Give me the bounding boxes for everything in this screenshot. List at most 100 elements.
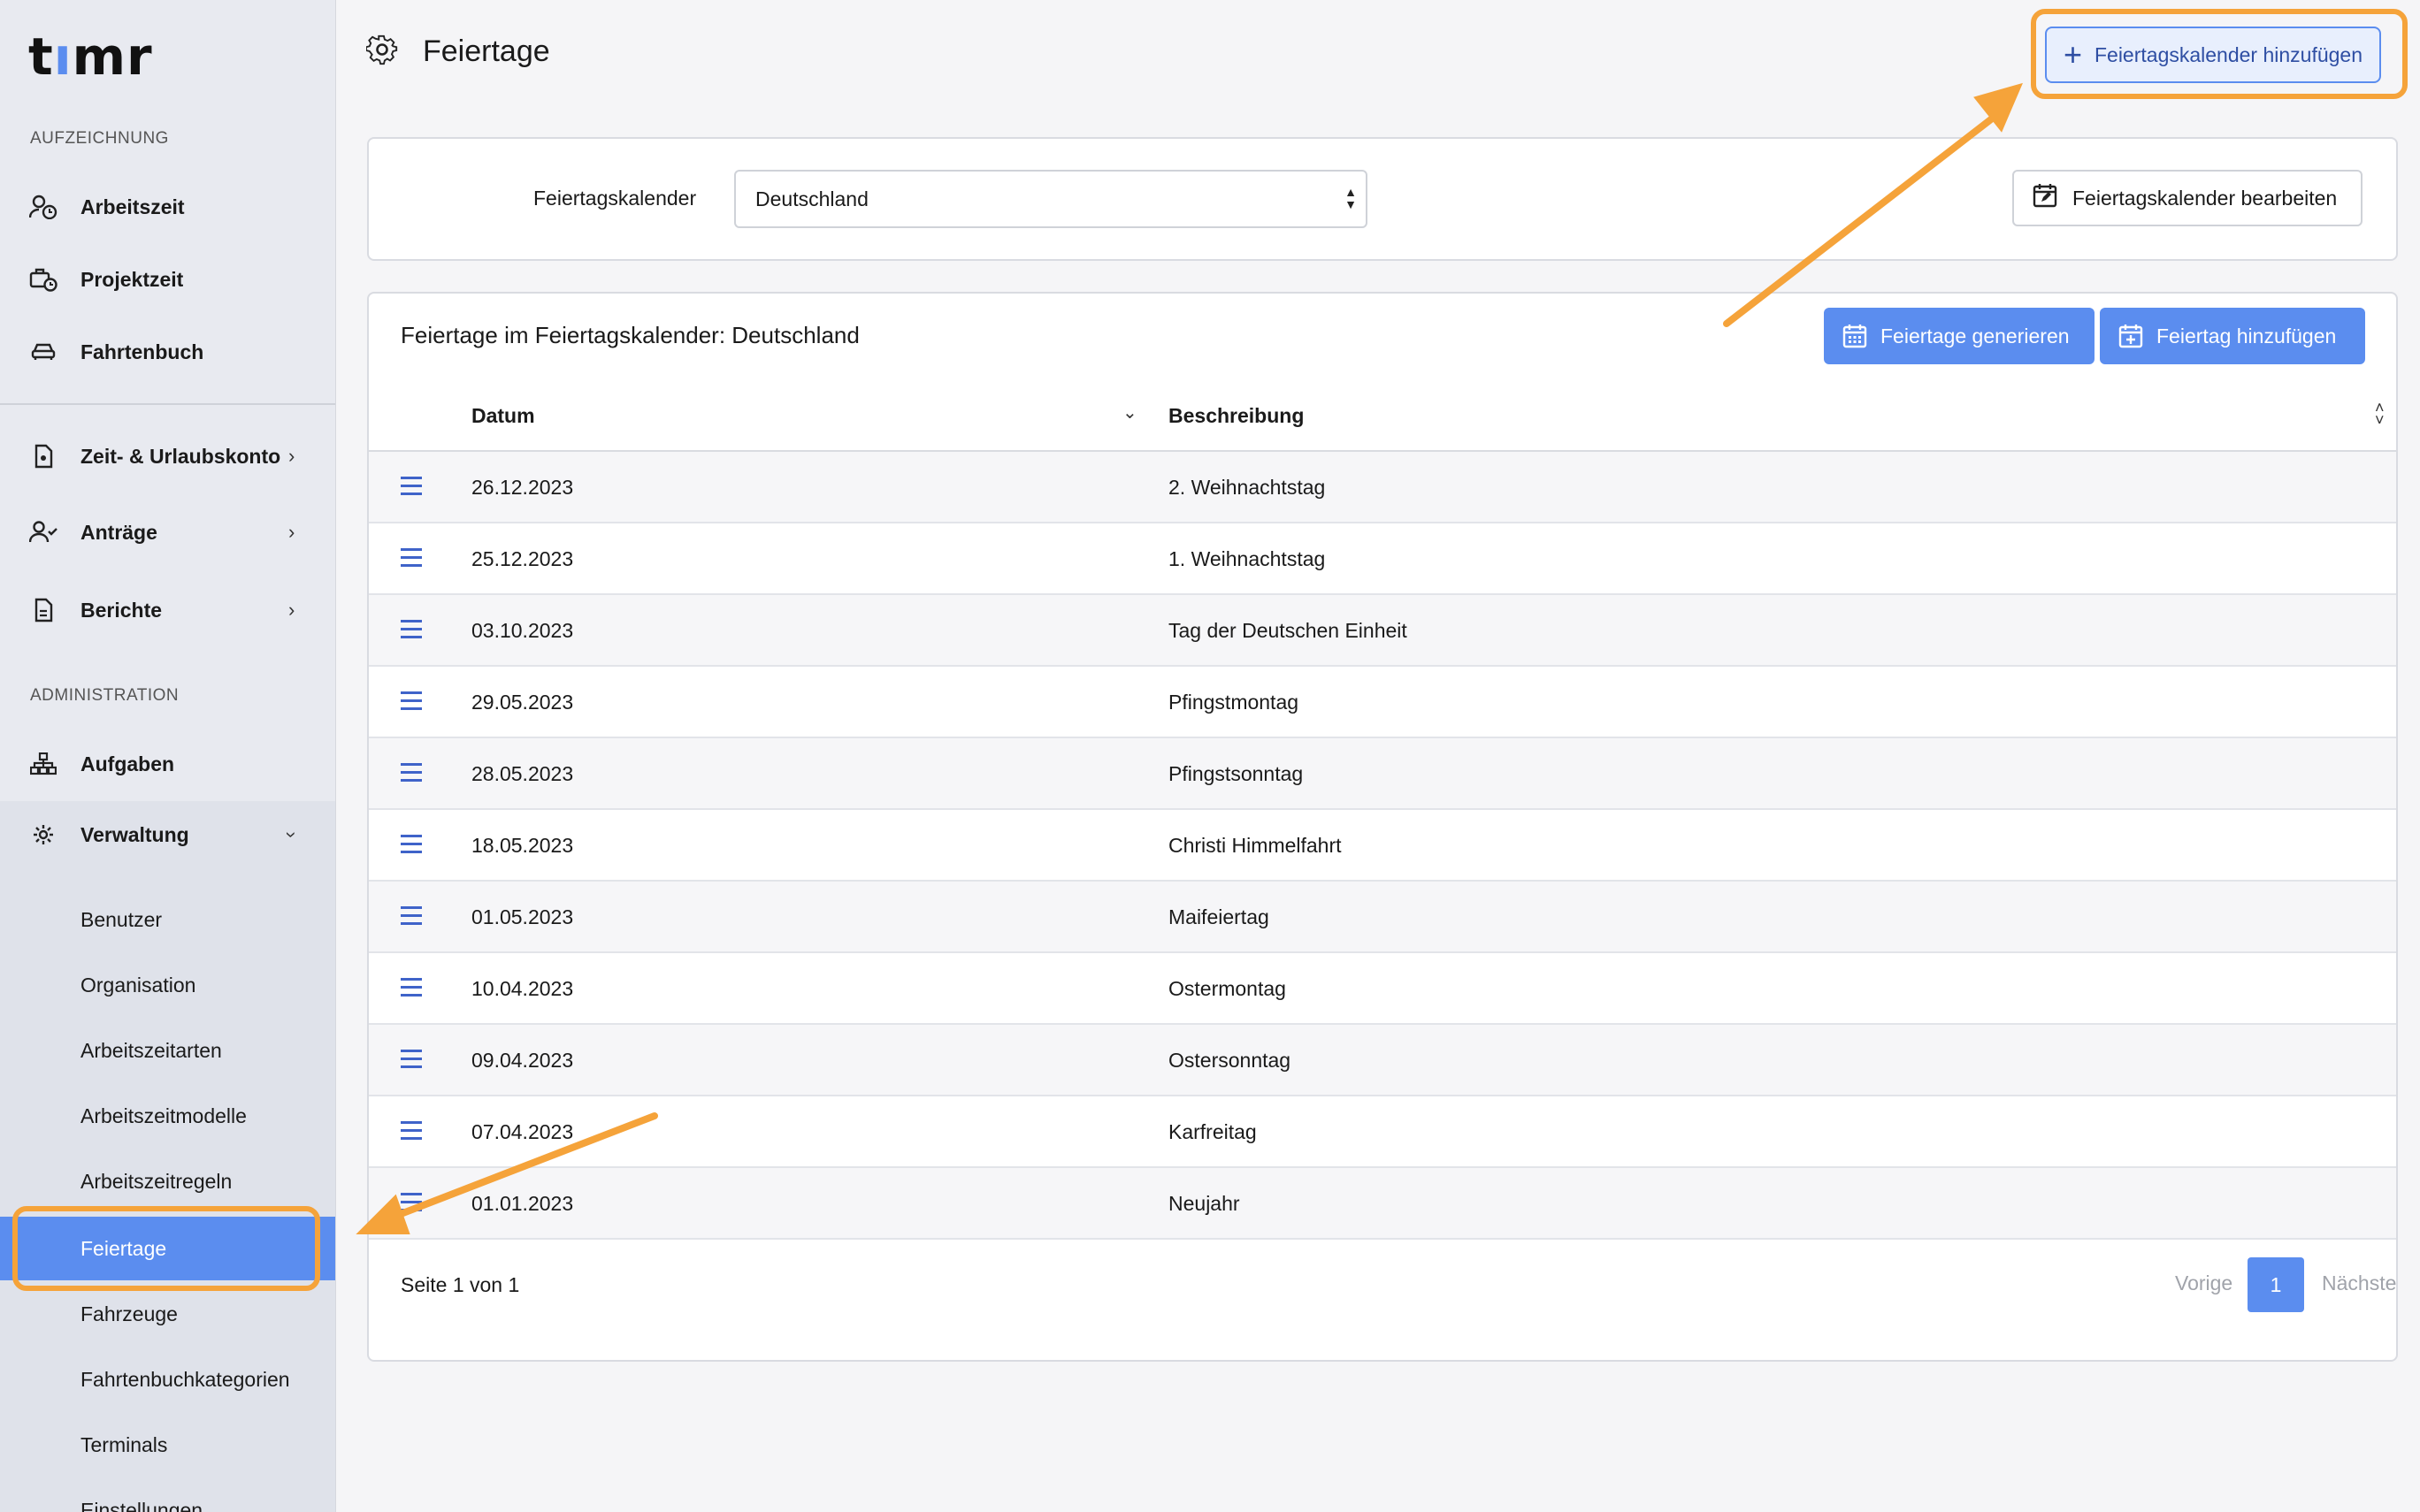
drag-handle-icon[interactable] xyxy=(401,548,422,568)
sidebar-item-antraege[interactable]: Anträge › xyxy=(0,499,335,566)
sidebar-subitem-fahrtenbuchkategorien[interactable]: Fahrtenbuchkategorien xyxy=(0,1348,335,1411)
sidebar-item-verwaltung[interactable]: Verwaltung › xyxy=(0,801,335,868)
sidebar-item-projektzeit[interactable]: Projektzeit xyxy=(0,246,335,313)
sidebar-subitem-fahrzeuge[interactable]: Fahrzeuge xyxy=(0,1282,335,1346)
drag-handle-icon[interactable] xyxy=(401,1121,422,1141)
table-row[interactable]: 10.04.2023 Ostermontag xyxy=(369,953,2396,1025)
sidebar-subitem-label: Organisation xyxy=(80,973,196,997)
main-content: Feiertage + Feiertagskalender hinzufügen… xyxy=(336,0,2420,1512)
row-description: Christi Himmelfahrt xyxy=(1168,834,1342,857)
sidebar-divider xyxy=(0,403,335,405)
briefcase-clock-icon xyxy=(28,264,58,294)
sidebar-item-fahrtenbuch[interactable]: Fahrtenbuch xyxy=(0,318,335,386)
timr-logo[interactable]: tımr xyxy=(28,27,153,87)
table-row[interactable]: 25.12.2023 1. Weihnachtstag xyxy=(369,523,2396,595)
drag-handle-icon[interactable] xyxy=(401,1050,422,1069)
holidays-table-title: Feiertage im Feiertagskalender: Deutschl… xyxy=(401,322,860,348)
sidebar-subitem-arbeitszeitregeln[interactable]: Arbeitszeitregeln xyxy=(0,1149,335,1213)
table-row[interactable]: 01.05.2023 Maifeiertag xyxy=(369,882,2396,953)
sidebar-item-label: Aufgaben xyxy=(80,752,175,775)
sidebar-subitem-arbeitszeitmodelle[interactable]: Arbeitszeitmodelle xyxy=(0,1084,335,1148)
row-date: 25.12.2023 xyxy=(471,547,574,570)
sort-toggle-icon[interactable]: ˄ ˅ xyxy=(2375,400,2385,428)
sidebar-subitem-label: Fahrzeuge xyxy=(80,1302,178,1325)
holiday-calendar-select[interactable]: Deutschland ▲ ▼ xyxy=(734,170,1367,228)
drag-handle-icon[interactable] xyxy=(401,906,422,926)
pagination-page-button[interactable]: 1 xyxy=(2248,1257,2304,1312)
table-row[interactable]: 28.05.2023 Pfingstsonntag xyxy=(369,738,2396,810)
calendar-select-label: Feiertagskalender xyxy=(533,187,697,210)
chevron-right-icon: › xyxy=(288,521,295,543)
row-description: Ostermontag xyxy=(1168,977,1286,1000)
table-row[interactable]: 09.04.2023 Ostersonntag xyxy=(369,1025,2396,1096)
edit-holiday-calendar-label: Feiertagskalender bearbeiten xyxy=(2072,186,2338,210)
gear-icon xyxy=(28,820,58,850)
pagination-next-button[interactable]: Nächste xyxy=(2322,1271,2396,1295)
row-description: 1. Weihnachtstag xyxy=(1168,547,1326,570)
sidebar-subitem-label: Einstellungen xyxy=(80,1498,203,1512)
table-row[interactable]: 07.04.2023 Karfreitag xyxy=(369,1096,2396,1168)
generate-holidays-button[interactable]: Feiertage generieren xyxy=(1824,308,2095,364)
sidebar-subitem-terminals[interactable]: Terminals xyxy=(0,1413,335,1477)
calendar-edit-icon xyxy=(2032,182,2058,214)
row-description: Neujahr xyxy=(1168,1192,1240,1215)
table-row[interactable]: 01.01.2023 Neujahr xyxy=(369,1168,2396,1240)
sidebar-subitem-arbeitszeitarten[interactable]: Arbeitszeitarten xyxy=(0,1019,335,1082)
sidebar-subitem-label: Arbeitszeitmodelle xyxy=(80,1103,247,1127)
holidays-card: Feiertage im Feiertagskalender: Deutschl… xyxy=(367,292,2398,1362)
drag-handle-icon[interactable] xyxy=(401,835,422,854)
sidebar-subitem-label: Feiertage xyxy=(80,1236,167,1260)
sidebar-subitem-label: Benutzer xyxy=(80,907,163,931)
row-description: Pfingstsonntag xyxy=(1168,762,1304,785)
sidebar-item-arbeitszeit[interactable]: Arbeitszeit xyxy=(0,173,335,241)
calendar-grid-icon xyxy=(1842,325,1867,348)
row-date: 28.05.2023 xyxy=(471,762,574,785)
drag-handle-icon[interactable] xyxy=(401,763,422,783)
chevron-right-icon: › xyxy=(288,599,295,621)
drag-handle-icon[interactable] xyxy=(401,477,422,496)
drag-handle-icon[interactable] xyxy=(401,1193,422,1212)
sidebar-item-aufgaben[interactable]: Aufgaben xyxy=(0,730,335,798)
sidebar-item-label: Anträge xyxy=(80,520,157,544)
page-header: Feiertage xyxy=(365,34,550,70)
table-row[interactable]: 18.05.2023 Christi Himmelfahrt xyxy=(369,810,2396,882)
edit-holiday-calendar-button[interactable]: Feiertagskalender bearbeiten xyxy=(2012,170,2363,226)
chevron-down-icon: › xyxy=(280,831,303,838)
row-date: 18.05.2023 xyxy=(471,834,574,857)
drag-handle-icon[interactable] xyxy=(401,691,422,711)
sidebar-subitem-label: Arbeitszeitarten xyxy=(80,1038,222,1062)
section-label-admin: ADMINISTRATION xyxy=(30,686,180,705)
row-date: 26.12.2023 xyxy=(471,476,574,499)
generate-holidays-label: Feiertage generieren xyxy=(1880,324,2070,347)
table-row[interactable]: 03.10.2023 Tag der Deutschen Einheit xyxy=(369,595,2396,667)
drag-handle-icon[interactable] xyxy=(401,978,422,997)
drag-handle-icon[interactable] xyxy=(401,620,422,639)
sidebar-item-zeit-urlaubskonto[interactable]: Zeit- & Urlaubskonto › xyxy=(0,423,335,490)
add-holiday-label: Feiertag hinzufügen xyxy=(2156,324,2337,347)
column-header-date[interactable]: Datum xyxy=(471,404,535,428)
page-title: Feiertage xyxy=(423,34,550,68)
add-holiday-button[interactable]: Feiertag hinzufügen xyxy=(2100,308,2365,364)
table-row[interactable]: 26.12.2023 2. Weihnachtstag xyxy=(369,452,2396,523)
add-holiday-calendar-label: Feiertagskalender hinzufügen xyxy=(2094,42,2363,66)
holiday-calendar-select-value: Deutschland xyxy=(755,187,869,210)
row-description: Maifeiertag xyxy=(1168,905,1269,928)
sidebar-item-label: Arbeitszeit xyxy=(80,195,185,218)
user-clock-icon xyxy=(28,192,58,222)
sidebar-subitem-benutzer[interactable]: Benutzer xyxy=(0,888,335,951)
table-row[interactable]: 29.05.2023 Pfingstmontag xyxy=(369,667,2396,738)
sidebar-subitem-label: Arbeitszeitregeln xyxy=(80,1169,233,1193)
row-description: Karfreitag xyxy=(1168,1120,1257,1143)
add-holiday-calendar-button[interactable]: + Feiertagskalender hinzufügen xyxy=(2045,27,2381,83)
sidebar-subitem-organisation[interactable]: Organisation xyxy=(0,953,335,1017)
sidebar-item-label: Verwaltung xyxy=(80,822,189,846)
sidebar-item-berichte[interactable]: Berichte › xyxy=(0,577,335,644)
sort-desc-icon[interactable]: ⌄ xyxy=(1122,401,1137,424)
sidebar-subitem-feiertage[interactable]: Feiertage xyxy=(0,1217,335,1280)
row-description: 2. Weihnachtstag xyxy=(1168,476,1326,499)
column-header-description[interactable]: Beschreibung xyxy=(1168,404,1304,428)
report-icon xyxy=(28,595,58,625)
sidebar-subitem-einstellungen[interactable]: Einstellungen xyxy=(0,1478,335,1512)
sidebar-subitem-label: Terminals xyxy=(80,1432,168,1456)
pagination-prev-button[interactable]: Vorige xyxy=(2175,1271,2232,1295)
